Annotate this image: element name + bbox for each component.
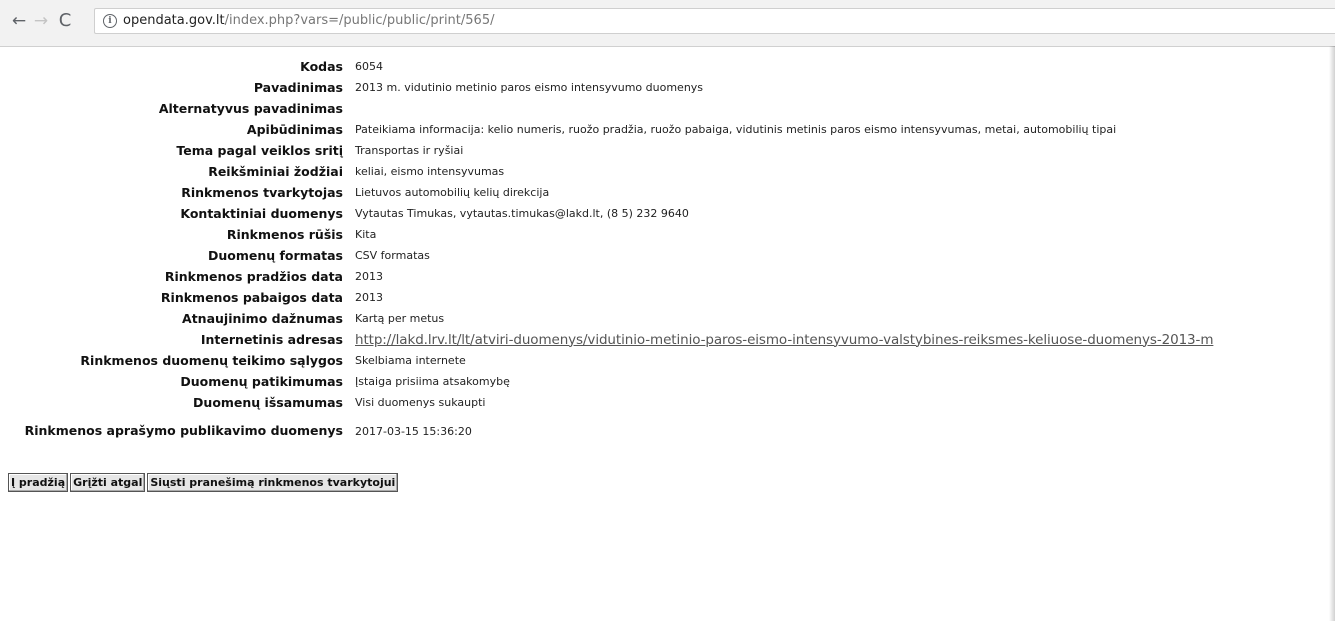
notify-maintainer-button[interactable]: Siųsti pranešimą rinkmenos tvarkytojui	[147, 473, 399, 492]
row-tvarkytojas: Rinkmenos tvarkytojas Lietuvos automobil…	[6, 182, 1213, 203]
forward-arrow-icon[interactable]: →	[30, 10, 52, 32]
field-value: 2013	[355, 270, 383, 283]
browser-toolbar: ← → C i opendata.gov.lt/index.php?vars=/…	[0, 0, 1335, 47]
field-label: Kontaktiniai duomenys	[180, 205, 343, 221]
back-arrow-icon[interactable]: ←	[8, 10, 30, 32]
row-kontaktiniai-duomenys: Kontaktiniai duomenys Vytautas Timukas, …	[6, 203, 1213, 224]
field-label: Rinkmenos tvarkytojas	[181, 184, 343, 200]
field-label: Atnaujinimo dažnumas	[182, 310, 343, 326]
row-teikimo-salygos: Rinkmenos duomenų teikimo sąlygos Skelbi…	[6, 350, 1213, 371]
field-label: Reikšminiai žodžiai	[208, 163, 343, 179]
field-label: Pavadinimas	[253, 79, 343, 95]
row-formatas: Duomenų formatas CSV formatas	[6, 245, 1213, 266]
field-value: Kartą per metus	[355, 312, 445, 325]
field-value: 6054	[355, 60, 383, 73]
field-label: Apibūdinimas	[246, 121, 343, 137]
row-alternatyvus-pavadinimas: Alternatyvus pavadinimas	[6, 98, 1213, 119]
row-tema: Tema pagal veiklos sritį Transportas ir …	[6, 140, 1213, 161]
home-button[interactable]: Į pradžią	[8, 473, 69, 492]
row-pavadinimas: Pavadinimas 2013 m. vidutinio metinio pa…	[6, 77, 1213, 98]
row-atnaujinimo-daznumas: Atnaujinimo dažnumas Kartą per metus	[6, 308, 1213, 329]
field-label: Duomenų patikimumas	[180, 373, 343, 389]
row-pradzios-data: Rinkmenos pradžios data 2013	[6, 266, 1213, 287]
field-value: CSV formatas	[355, 249, 430, 262]
field-value	[353, 98, 1213, 119]
field-label: Duomenų išsamumas	[193, 394, 343, 410]
window-edge-shadow	[1329, 46, 1335, 621]
field-label: Rinkmenos duomenų teikimo sąlygos	[80, 352, 343, 368]
field-value: Skelbiama internete	[355, 354, 466, 367]
field-value: 2017-03-15 15:36:20	[355, 424, 472, 438]
row-internetinis-adresas: Internetinis adresas http://lakd.lrv.lt/…	[6, 329, 1214, 350]
field-value: Kita	[355, 228, 377, 241]
field-value: Įstaiga prisiima atsakomybę	[355, 375, 510, 388]
field-value: 2013 m. vidutinio metinio paros eismo in…	[355, 81, 704, 94]
field-value: keliai, eismo intensyvumas	[355, 165, 505, 178]
row-rusis: Rinkmenos rūšis Kita	[6, 224, 1213, 245]
field-label: Rinkmenos aprašymo publikavimo duomenys	[24, 423, 343, 438]
row-issamumas: Duomenų išsamumas Visi duomenys sukaupti	[6, 392, 1213, 413]
field-value: Lietuvos automobilių kelių direkcija	[355, 186, 550, 199]
address-url[interactable]: opendata.gov.lt/index.php?vars=/public/p…	[123, 13, 494, 28]
row-patikimumas: Duomenų patikimumas Įstaiga prisiima ats…	[6, 371, 1213, 392]
field-label: Duomenų formatas	[207, 247, 343, 263]
field-value: Transportas ir ryšiai	[355, 144, 464, 157]
url-path: /index.php?vars=/public/public/print/565…	[224, 13, 495, 28]
info-icon[interactable]: i	[103, 14, 117, 28]
row-publikavimo-duomenys: Rinkmenos aprašymo publikavimo duomenys …	[6, 413, 1213, 449]
back-button[interactable]: Grįžti atgal	[70, 473, 146, 492]
field-value: Vytautas Timukas, vytautas.timukas@lakd.…	[355, 207, 689, 220]
field-label: Kodas	[300, 58, 343, 74]
address-bar[interactable]: i opendata.gov.lt/index.php?vars=/public…	[94, 8, 1335, 34]
row-kodas: Kodas 6054	[6, 56, 1213, 77]
field-label: Alternatyvus pavadinimas	[158, 100, 343, 116]
dataset-url-link[interactable]: http://lakd.lrv.lt/lt/atviri-duomenys/vi…	[355, 332, 1213, 348]
url-domain: opendata.gov.lt	[123, 13, 225, 28]
action-buttons: Į pradžią Grįžti atgal Siųsti pranešimą ri…	[8, 471, 400, 492]
field-label: Tema pagal veiklos sritį	[176, 142, 343, 158]
row-reiksminiai-zodziai: Reikšminiai žodžiai keliai, eismo intens…	[6, 161, 1213, 182]
field-label: Rinkmenos pabaigos data	[160, 289, 343, 305]
field-label: Rinkmenos pradžios data	[164, 268, 343, 284]
field-label: Internetinis adresas	[200, 331, 343, 347]
field-value: 2013	[355, 291, 383, 304]
field-value: Pateikiama informacija: kelio numeris, r…	[355, 123, 1117, 136]
field-value: http://lakd.lrv.lt/lt/atviri-duomenys/vi…	[353, 329, 1213, 350]
row-pabaigos-data: Rinkmenos pabaigos data 2013	[6, 287, 1213, 308]
field-label: Rinkmenos rūšis	[226, 226, 343, 242]
dataset-details-table: Kodas 6054 Pavadinimas 2013 m. vidutinio…	[6, 56, 1214, 449]
reload-icon[interactable]: C	[54, 10, 76, 32]
field-value: Visi duomenys sukaupti	[355, 396, 486, 409]
row-apibudinimas: Apibūdinimas Pateikiama informacija: kel…	[6, 119, 1213, 140]
